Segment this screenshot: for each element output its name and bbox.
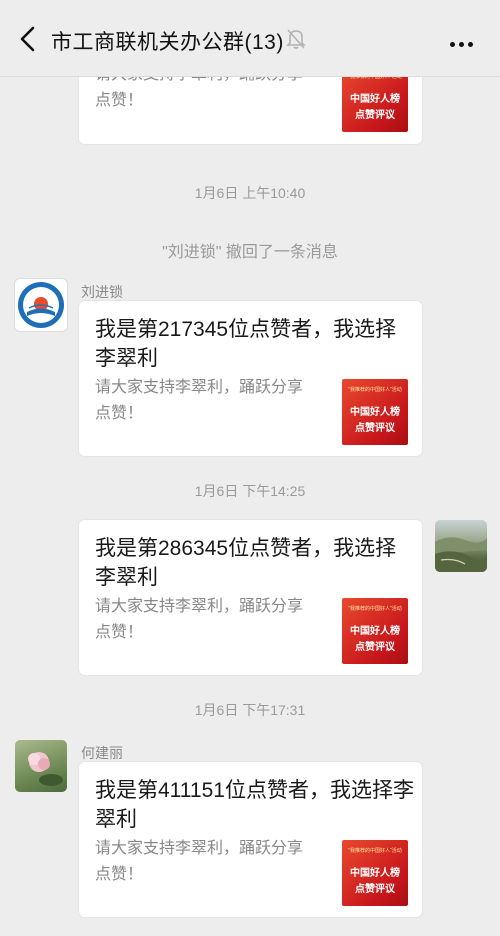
thumb-subtitle: 点赞评议: [355, 884, 395, 895]
desc-line-2: 点赞！: [95, 405, 144, 422]
thumb-caption: "我推荐的中国好人"活动: [348, 387, 402, 393]
desc-line-1: 请大家支持李翠利，踊跃分享: [95, 379, 304, 396]
recall-notice: "刘进锁" 撤回了一条消息: [162, 244, 338, 261]
desc-line-2: 点赞！: [95, 624, 144, 641]
desc-line-1: 请大家支持李翠利，踊跃分享: [95, 598, 304, 615]
thumb-caption: "我推荐的中国好人"活动: [348, 848, 402, 854]
thumb-title: 中国好人榜: [350, 407, 400, 418]
card-description: 请大家支持李翠利，踊跃分享 点赞！: [95, 836, 335, 888]
flower-photo-icon: [28, 752, 63, 786]
desc-line-2: 点赞！: [95, 92, 144, 109]
chat-header: 市工商联机关办公群(13): [0, 0, 500, 77]
timestamp: 1月6日 上午10:40: [194, 185, 306, 201]
timestamp: 1月6日 下午14:25: [194, 483, 306, 499]
shared-link-card[interactable]: 我是第286345位点赞者，我选择李翠利 请大家支持李翠利，踊跃分享 点赞！ "…: [79, 520, 422, 675]
shared-link-card[interactable]: 我是第411151位点赞者，我选择李翠利 请大家支持李翠利，踊跃分享 点赞！ "…: [79, 762, 422, 917]
avatar[interactable]: [435, 520, 487, 572]
thumb-title: 中国好人榜: [350, 626, 400, 637]
desc-line-2: 点赞！: [95, 866, 144, 883]
avatar[interactable]: [15, 740, 67, 792]
sender-name: 刘进锁: [81, 284, 123, 300]
card-thumbnail: "我推荐的中国好人"活动 中国好人榜 点赞评议: [342, 840, 408, 906]
chat-title: 市工商联机关办公群(13): [51, 31, 284, 54]
card-headline: 我是第217345位点赞者，我选择李翠利: [95, 318, 397, 370]
ellipsis-icon[interactable]: [450, 34, 480, 47]
bell-off-icon: [286, 29, 306, 49]
card-description: 请大家支持李翠利，踊跃分享 点赞！: [95, 375, 335, 427]
landscape-photo-icon: [435, 537, 487, 572]
thumb-subtitle: 点赞评议: [355, 642, 395, 653]
card-headline: 我是第411151位点赞者，我选择李翠利: [95, 779, 414, 831]
thumb-subtitle: 点赞评议: [355, 423, 395, 434]
card-description: 请大家支持李翠利，踊跃分享 点赞！: [95, 594, 335, 646]
thumb-title: 中国好人榜: [350, 94, 400, 105]
card-headline: 我是第286345位点赞者，我选择李翠利: [95, 537, 397, 589]
card-thumbnail: "我推荐的中国好人"活动 中国好人榜 点赞评议: [342, 598, 408, 664]
org-logo-icon: [18, 282, 64, 328]
chevron-left-icon[interactable]: [14, 22, 44, 56]
timestamp: 1月6日 下午17:31: [194, 702, 306, 718]
shared-link-card[interactable]: 我是第217345位点赞者，我选择李翠利 请大家支持李翠利，踊跃分享 点赞！ "…: [79, 301, 422, 456]
thumb-subtitle: 点赞评议: [355, 110, 395, 121]
sender-name: 何建丽: [81, 745, 123, 761]
thumb-caption: "我推荐的中国好人"活动: [348, 606, 402, 612]
desc-line-1: 请大家支持李翠利，踊跃分享: [95, 840, 304, 857]
thumb-title: 中国好人榜: [350, 868, 400, 879]
card-thumbnail: "我推荐的中国好人"活动 中国好人榜 点赞评议: [342, 379, 408, 445]
avatar[interactable]: [15, 279, 67, 331]
